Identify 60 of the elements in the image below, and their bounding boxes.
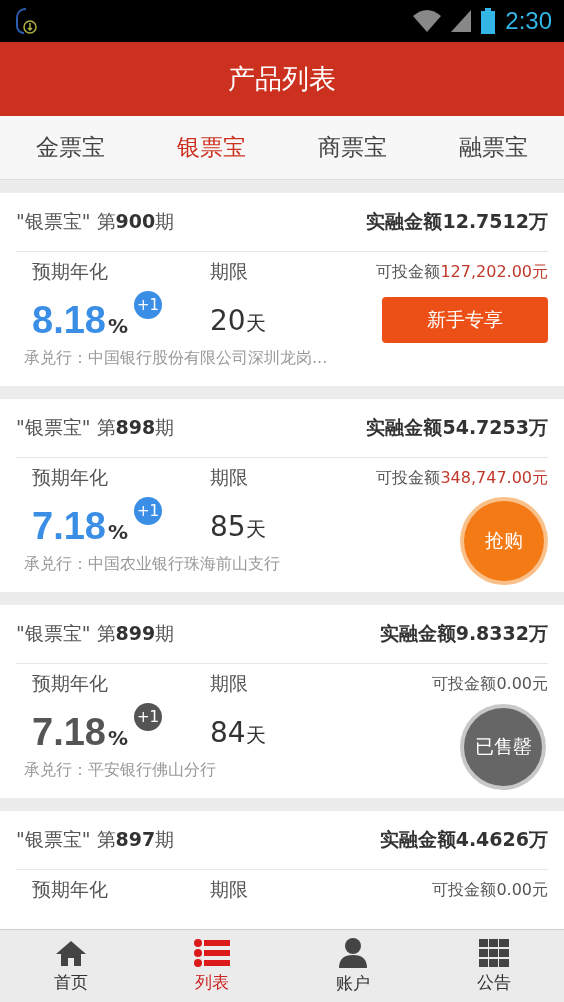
percent-sign: %	[107, 725, 128, 750]
page-title: 产品列表	[228, 62, 336, 96]
financed-amount: 实融金额9.8332万	[379, 621, 548, 646]
rate-value: 7.18	[31, 504, 106, 548]
term-unit: 天	[245, 721, 266, 749]
issuer-text: 承兑行：中国农业银行珠海前山支行	[23, 554, 281, 575]
bonus-badge: +1	[134, 496, 162, 525]
available-amount: 可投金额0.00元	[432, 879, 548, 901]
issuer-text: 承兑行：平安银行佛山分行	[23, 760, 217, 781]
rate-value: 8.18	[31, 298, 106, 342]
nav-tab[interactable]: 列表	[141, 930, 282, 1002]
product-name: "银票宝" 第897期	[16, 827, 175, 852]
person-icon	[337, 937, 368, 968]
issuer-text: 承兑行：中国银行股份有限公司深圳龙岗...	[23, 348, 329, 369]
term-label: 期限	[210, 672, 248, 694]
percent-sign: %	[107, 519, 128, 544]
battery-icon	[481, 8, 496, 34]
rate-label: 预期年化	[31, 877, 109, 902]
category-tab[interactable]: 商票宝	[282, 116, 423, 179]
term-unit: 天	[245, 309, 266, 337]
available-amount: 可投金额348,747.00元	[376, 467, 548, 489]
available-amount: 可投金额0.00元	[432, 673, 548, 695]
bonus-badge: +1	[134, 702, 162, 731]
term-label: 期限	[210, 878, 248, 900]
term-value: 20	[210, 303, 246, 337]
product-name: "银票宝" 第899期	[16, 621, 175, 646]
percent-sign: %	[107, 313, 128, 338]
signal-icon	[451, 10, 472, 32]
term-label: 期限	[210, 260, 248, 282]
rate-label: 预期年化	[31, 671, 109, 696]
status-time: 2:30	[505, 7, 552, 35]
buy-button[interactable]: 新手专享	[382, 297, 548, 343]
term-label: 期限	[210, 466, 248, 488]
rate-label: 预期年化	[31, 465, 109, 490]
product-name: "银票宝" 第898期	[16, 415, 175, 440]
financed-amount: 实融金额12.7512万	[366, 209, 548, 234]
bonus-badge: +1	[134, 290, 162, 319]
term-value: 84	[210, 715, 246, 749]
available-amount: 可投金额127,202.00元	[376, 261, 548, 283]
term-value: 85	[210, 509, 246, 543]
wifi-icon	[413, 10, 442, 32]
rate-label: 预期年化	[31, 259, 109, 284]
product-name: "银票宝" 第900期	[16, 209, 175, 234]
nav-tab[interactable]: 账户	[282, 930, 423, 1002]
category-tab[interactable]: 融票宝	[423, 116, 564, 179]
grid-icon	[478, 938, 509, 967]
term-unit: 天	[245, 515, 266, 543]
category-tab[interactable]: 银票宝	[141, 116, 282, 179]
list-icon	[193, 938, 230, 967]
product-card[interactable]: "银票宝" 第897期 实融金额4.4626万 预期年化 期限 可投金额0.00元	[0, 811, 564, 929]
category-tab[interactable]: 金票宝	[0, 116, 141, 179]
nav-tab[interactable]: 公告	[423, 930, 564, 1002]
product-card[interactable]: "银票宝" 第900期 实融金额12.7512万 预期年化 期限 可投金额127,202.00元 8.18% +1 20天 新手专享 承兑行：中国银行股份有限公司深圳龙岗...	[0, 193, 564, 386]
home-icon	[54, 938, 87, 967]
nav-tab[interactable]: 首页	[0, 930, 141, 1002]
product-card[interactable]: "银票宝" 第898期 实融金额54.7253万 预期年化 期限 可投金额348,747.00元 7.18% +1 85天 抢购 承兑行：中国农业银行珠海前山支行	[0, 399, 564, 592]
financed-amount: 实融金额54.7253万	[366, 415, 548, 440]
product-card[interactable]: "银票宝" 第899期 实融金额9.8332万 预期年化 期限 可投金额0.00元 7.18% +1 84天 已售罄 承兑行：平安银行佛山分行	[0, 605, 564, 798]
financed-amount: 实融金额4.4626万	[379, 827, 548, 852]
rate-value: 7.18	[31, 710, 106, 754]
